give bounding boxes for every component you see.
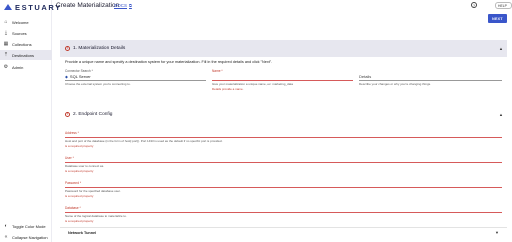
next-button[interactable]: NEXT [488, 14, 507, 23]
database-label: Database * [65, 206, 81, 210]
error-icon: ! [65, 45, 70, 51]
collapse-navigation-label: Collapse Navigation [12, 235, 48, 240]
toggle-color-mode-label: Toggle Color Mode [12, 224, 46, 229]
details-helper: Describe your changes or why you're chan… [359, 82, 431, 86]
address-input[interactable] [65, 137, 502, 138]
database-error: is a required property [65, 219, 94, 223]
connector-select[interactable]: ◆ SQL Server [65, 74, 91, 79]
docs-label: DOCS [114, 3, 128, 8]
password-label: Password * [65, 181, 82, 185]
details-description: Provide a unique name and specify a dest… [65, 60, 273, 64]
estuary-logo-icon [4, 3, 13, 11]
password-error: is a required property [65, 194, 94, 198]
home-icon: ⌂ [4, 18, 8, 25]
address-helper: Host and port of the database (in the fo… [65, 139, 223, 143]
help-icon[interactable]: ? [471, 2, 477, 8]
sidebar-item-destinations[interactable]: ⤒ Destinations [0, 50, 52, 60]
sources-icon: ⤓ [4, 29, 8, 36]
password-helper: Password for the specified database user… [65, 189, 121, 193]
user-error: is a required property [65, 169, 94, 173]
logo-text: ESTUARY [15, 2, 62, 12]
toggle-color-mode-button[interactable]: ◐ Toggle Color Mode [0, 222, 60, 231]
name-helper: Give your materialization a unique name,… [212, 82, 293, 86]
chevron-up-icon: ▲ [499, 46, 503, 51]
external-link-icon: ⧉ [129, 3, 132, 8]
address-label: Address * [65, 131, 79, 135]
password-input[interactable] [65, 187, 502, 188]
details-underline [359, 80, 502, 81]
connector-label: Connector Search * [65, 69, 93, 73]
database-helper: Name of the logical database to material… [65, 214, 127, 218]
help-button[interactable]: HELP [495, 2, 512, 9]
sidebar-item-label: Destinations [12, 52, 35, 58]
chevron-down-icon: ▼ [495, 230, 499, 235]
estuary-logo[interactable]: ESTUARY [4, 2, 62, 12]
sidebar-item-label: Sources [12, 30, 27, 36]
chevron-up-icon: ▲ [499, 112, 503, 117]
user-helper: Database user to connect as. [65, 164, 105, 168]
error-icon: ! [65, 111, 70, 117]
section-title: 1. Materialization Details [73, 46, 126, 51]
docs-link[interactable]: DOCS ⧉ [114, 3, 132, 8]
color-mode-icon: ◐ [4, 223, 8, 229]
endpoint-config-header[interactable]: ! 2. Endpoint Config ▲ [60, 106, 507, 123]
collapse-navigation-button[interactable]: « Collapse Navigation [0, 233, 60, 242]
connector-value: SQL Server [69, 74, 91, 79]
connector-helper: Choose the external system you're connec… [65, 82, 131, 86]
name-label: Name * [212, 69, 223, 73]
sidebar-item-welcome[interactable]: ⌂ Welcome [0, 17, 52, 27]
sidebar-item-label: Collections [12, 41, 32, 47]
gear-icon: ⚙ [3, 63, 9, 70]
address-error: is a required property [65, 144, 94, 148]
section-title: 2. Endpoint Config [73, 112, 113, 117]
name-error: Details provide a name. [212, 87, 244, 91]
sidebar-item-admin[interactable]: ⚙ Admin [0, 62, 52, 72]
sql-server-icon: ◆ [65, 75, 68, 79]
name-underline [212, 80, 353, 81]
collections-icon: ▦ [3, 40, 9, 47]
collapse-icon: « [4, 234, 8, 240]
database-input[interactable] [65, 212, 502, 213]
sidebar-item-label: Admin [12, 64, 24, 70]
page-title: Create Materialization [56, 2, 120, 9]
user-label: User * [65, 156, 74, 160]
network-tunnel-accordion[interactable]: Network Tunnel ▼ [60, 227, 507, 237]
materialization-details-header[interactable]: ! 1. Materialization Details ▲ [60, 40, 507, 57]
sidebar-item-label: Welcome [12, 19, 29, 25]
sidebar-item-collections[interactable]: ▦ Collections [0, 39, 52, 49]
details-input[interactable]: Details [359, 74, 371, 79]
connector-underline [65, 80, 206, 81]
sidebar: ESTUARY ⌂ Welcome ⤓ Sources ▦ Collection… [0, 0, 60, 242]
sidebar-item-sources[interactable]: ⤓ Sources [0, 28, 52, 38]
destinations-icon: ⤒ [4, 51, 8, 58]
user-input[interactable] [65, 162, 502, 163]
name-input[interactable] [212, 74, 353, 79]
network-tunnel-label: Network Tunnel [68, 230, 97, 235]
